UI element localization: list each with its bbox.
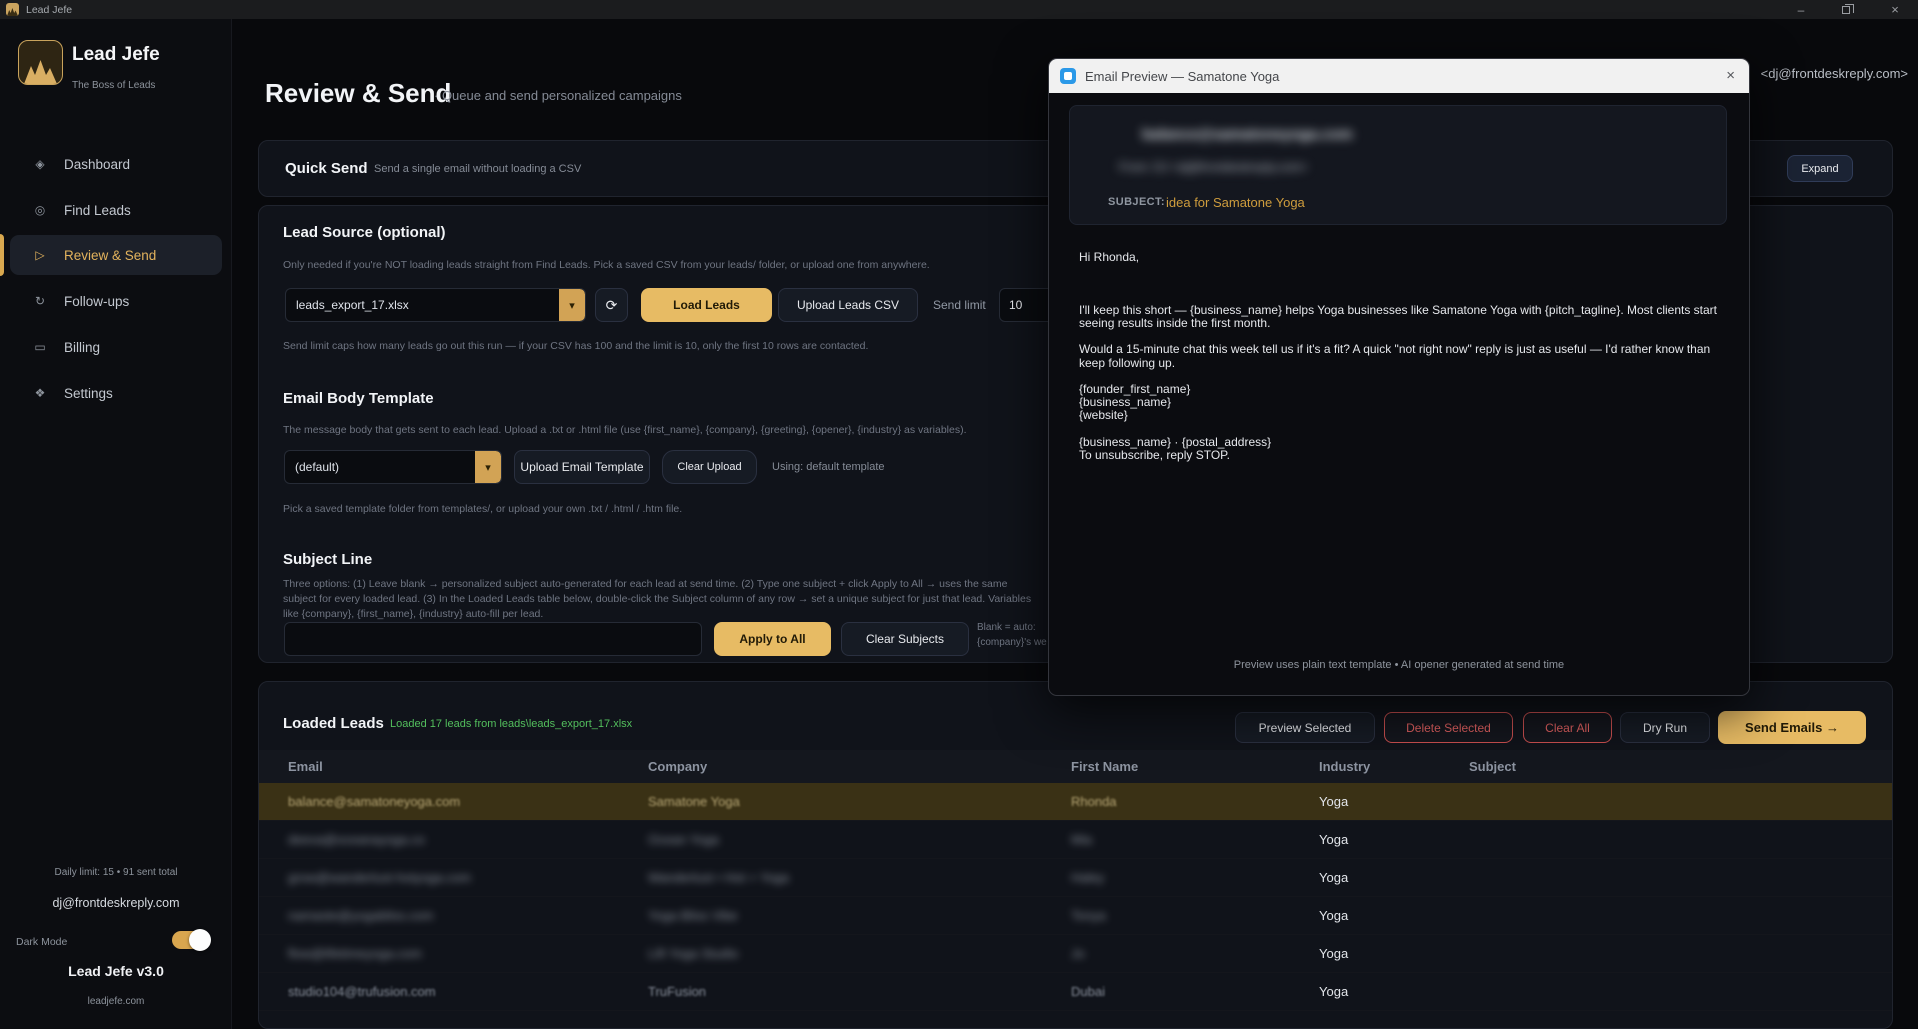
follow-ups-icon: ↻	[32, 294, 48, 308]
loaded-leads-title: Loaded Leads	[283, 715, 384, 732]
clear-all-button[interactable]: Clear All	[1523, 712, 1612, 743]
email-from-redacted: From: DJ <dj@frontdeskreply.com>	[1119, 160, 1308, 174]
subject-line-desc: Three options: (1) Leave blank → persona…	[283, 577, 1043, 622]
clear-subjects-button[interactable]: Clear Subjects	[841, 622, 969, 656]
expand-button[interactable]: Expand	[1787, 155, 1853, 182]
lead-row-4[interactable]: namaste@yogabliss.com Yoga Bliss Vibe To…	[259, 897, 1892, 935]
dark-mode-label: Dark Mode	[16, 936, 67, 948]
lead-source-title: Lead Source (optional)	[283, 224, 446, 241]
active-nav-accent-bar	[0, 234, 4, 276]
send-emails-button[interactable]: Send Emails →	[1718, 711, 1866, 744]
page-title: Review & Send	[265, 78, 451, 109]
toggle-knob	[189, 929, 211, 951]
apply-to-all-button[interactable]: Apply to All	[714, 622, 831, 656]
col-company: Company	[648, 759, 1071, 774]
col-email: Email	[259, 759, 648, 774]
account-email: dj@frontdeskreply.com	[0, 896, 232, 910]
leads-table-header: Email Company First Name Industry Subjec…	[259, 750, 1892, 783]
template-using-status: Using: default template	[772, 461, 885, 473]
quick-send-title: Quick Send	[285, 160, 368, 177]
dark-mode-toggle[interactable]	[172, 931, 208, 949]
upload-email-template-button[interactable]: Upload Email Template	[514, 450, 650, 484]
find-leads-icon: ◎	[32, 203, 48, 217]
lead-source-desc: Only needed if you're NOT loading leads …	[283, 259, 930, 271]
email-preview-modal: Email Preview — Samatone Yoga × balance@…	[1048, 58, 1750, 696]
sidebar-item-settings[interactable]: ❖ Settings	[10, 373, 222, 413]
smtp-account: <dj@frontdeskreply.com>	[1761, 66, 1908, 81]
app-website: leadjefe.com	[0, 996, 232, 1007]
csv-select[interactable]: leads_export_17.xlsx ▾	[285, 288, 586, 322]
lead-row-5[interactable]: flow@lifetimeyoga.com Lift Yoga Studio J…	[259, 935, 1892, 973]
daily-limit-status: Daily limit: 15 • 91 sent total	[0, 867, 232, 878]
billing-icon: ▭	[32, 340, 48, 354]
col-subject: Subject	[1469, 759, 1892, 774]
send-limit-label: Send limit	[933, 298, 986, 312]
email-subject-label: SUBJECT:	[1108, 196, 1165, 208]
email-template-desc: The message body that gets sent to each …	[283, 424, 967, 436]
lead-source-note: Send limit caps how many leads go out th…	[283, 340, 868, 352]
dry-run-button[interactable]: Dry Run	[1620, 712, 1710, 743]
review-send-icon: ▷	[32, 248, 48, 262]
lead-row-6[interactable]: studio104@trufusion.com TruFusion Dubai …	[259, 973, 1892, 1011]
close-button[interactable]: ×	[1878, 0, 1912, 19]
os-titlebar: Lead Jefe	[0, 0, 1918, 19]
subject-input[interactable]	[284, 622, 702, 656]
subject-blank-hint: Blank = auto: {company}'s we	[977, 620, 1047, 654]
load-leads-button[interactable]: Load Leads	[641, 288, 772, 322]
clear-upload-button[interactable]: Clear Upload	[662, 450, 757, 484]
col-first-name: First Name	[1071, 759, 1319, 774]
modal-titlebar: Email Preview — Samatone Yoga ×	[1049, 59, 1749, 93]
sidebar-item-dashboard[interactable]: ◈ Dashboard	[10, 144, 222, 184]
app-logo-icon	[6, 3, 19, 16]
brand-logo-icon	[18, 40, 63, 85]
chevron-down-icon: ▾	[475, 451, 501, 483]
modal-window-icon	[1060, 68, 1076, 84]
modal-title: Email Preview — Samatone Yoga	[1085, 69, 1279, 84]
email-to-redacted: balance@samatoneyoga.com	[1142, 126, 1353, 143]
email-template-note: Pick a saved template folder from templa…	[283, 503, 682, 515]
brand-tagline: The Boss of Leads	[72, 80, 155, 91]
dashboard-icon: ◈	[32, 157, 48, 171]
lead-row-1[interactable]: balance@samatoneyoga.com Samatone Yoga R…	[259, 783, 1892, 821]
page-subtitle: · Queue and send personalized campaigns	[434, 88, 682, 103]
email-template-title: Email Body Template	[283, 390, 434, 407]
window-title: Lead Jefe	[26, 4, 72, 16]
email-header-card: balance@samatoneyoga.com From: DJ <dj@fr…	[1069, 105, 1727, 225]
refresh-button[interactable]: ⟳	[595, 288, 628, 322]
preview-selected-button[interactable]: Preview Selected	[1235, 712, 1375, 743]
settings-icon: ❖	[32, 386, 48, 400]
modal-close-icon[interactable]: ×	[1726, 67, 1735, 84]
sidebar-item-billing[interactable]: ▭ Billing	[10, 327, 222, 367]
email-body-text: Hi Rhonda, I'll keep this short — {busin…	[1079, 251, 1721, 462]
sidebar-item-find-leads[interactable]: ◎ Find Leads	[10, 190, 222, 230]
quick-send-subtitle: Send a single email without loading a CS…	[374, 163, 581, 175]
upload-leads-csv-button[interactable]: Upload Leads CSV	[778, 288, 918, 322]
chevron-down-icon: ▾	[559, 289, 585, 321]
minimize-button[interactable]: –	[1784, 0, 1818, 19]
lead-row-2[interactable]: deeva@oceanayoga.co Ocean Yoga Mia Yoga	[259, 821, 1892, 859]
modal-footer-note: Preview uses plain text template • AI op…	[1049, 659, 1749, 671]
app-version: Lead Jefe v3.0	[0, 963, 232, 979]
sidebar-item-follow-ups[interactable]: ↻ Follow-ups	[10, 281, 222, 321]
subject-line-title: Subject Line	[283, 551, 372, 568]
template-select[interactable]: (default) ▾	[284, 450, 502, 484]
email-subject-value: idea for Samatone Yoga	[1166, 195, 1305, 210]
loaded-leads-status: Loaded 17 leads from leads\leads_export_…	[390, 718, 632, 730]
restore-button[interactable]	[1829, 0, 1863, 19]
delete-selected-button[interactable]: Delete Selected	[1384, 712, 1513, 743]
brand-name: Lead Jefe	[72, 44, 160, 66]
sidebar-item-review-send[interactable]: ▷ Review & Send	[10, 235, 222, 275]
lead-row-3[interactable]: grow@wanderlust-hotyoga.com Wanderlust •…	[259, 859, 1892, 897]
col-industry: Industry	[1319, 759, 1469, 774]
